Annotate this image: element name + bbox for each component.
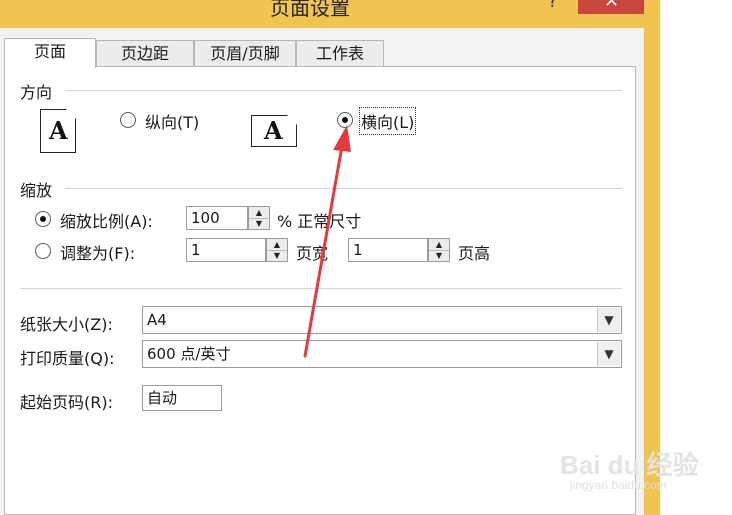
landscape-label[interactable]: 横向(L) xyxy=(358,107,417,135)
pages-tall-label: 页高 xyxy=(458,244,491,263)
first-page-number-label: 起始页码(R): xyxy=(20,393,113,412)
fit-pages-tall-input[interactable]: 1 xyxy=(348,238,428,262)
tab-margins[interactable]: 页边距 xyxy=(96,40,194,66)
paper-divider xyxy=(20,288,622,289)
help-button[interactable]: ? xyxy=(548,0,558,12)
portrait-label[interactable]: 纵向(T) xyxy=(145,109,199,133)
landscape-radio[interactable] xyxy=(337,112,353,128)
print-quality-value: 600 点/英寸 xyxy=(147,345,231,363)
orientation-divider xyxy=(65,90,622,91)
tab-header-footer[interactable]: 页眉/页脚 xyxy=(194,40,296,66)
spin-down-icon[interactable]: ▼ xyxy=(267,250,287,261)
baidu-watermark: Bai du 经验 xyxy=(560,450,699,480)
close-icon: ✕ xyxy=(604,0,620,12)
baidu-watermark-url: jingyan.baidu.com xyxy=(570,478,667,492)
landscape-page-icon: A xyxy=(251,115,297,147)
page-setup-dialog: 页面 页边距 页眉/页脚 工作表 方向 A 纵向(T) A 横向(L) 缩放 缩… xyxy=(0,28,644,515)
percent-normal-size-label: % 正常尺寸 xyxy=(277,212,362,231)
adjust-to-label[interactable]: 缩放比例(A): xyxy=(60,208,153,232)
window-title: 页面设置 xyxy=(270,0,350,20)
paper-size-value: A4 xyxy=(147,311,167,329)
tab-page[interactable]: 页面 xyxy=(4,38,96,68)
page-tab-panel: 方向 A 纵向(T) A 横向(L) 缩放 缩放比例(A): 100 ▲ ▼ %… xyxy=(4,66,636,515)
fit-pages-wide-input[interactable]: 1 xyxy=(186,238,266,262)
fit-pages-tall-spinner[interactable]: ▲ ▼ xyxy=(428,238,450,262)
first-page-number-input[interactable]: 自动 xyxy=(142,385,222,411)
print-quality-label: 打印质量(Q): xyxy=(20,349,115,368)
page-fold-icon xyxy=(287,115,297,125)
landscape-letter-icon: A xyxy=(264,116,283,145)
paper-size-select[interactable]: A4 ▼ xyxy=(142,306,622,334)
chevron-down-icon[interactable]: ▼ xyxy=(597,308,620,332)
spin-down-icon[interactable]: ▼ xyxy=(429,250,449,261)
fit-pages-wide-spinner[interactable]: ▲ ▼ xyxy=(266,238,288,262)
portrait-page-icon: A xyxy=(40,109,76,153)
adjust-percent-input[interactable]: 100 xyxy=(186,206,248,230)
fit-to-label[interactable]: 调整为(F): xyxy=(60,240,135,264)
pages-wide-label: 页宽 xyxy=(296,244,329,263)
adjust-percent-spinner[interactable]: ▲ ▼ xyxy=(248,206,270,230)
fit-to-radio[interactable] xyxy=(35,243,51,259)
paper-size-label: 纸张大小(Z): xyxy=(20,315,113,334)
window-border-right xyxy=(644,0,660,515)
spin-down-icon[interactable]: ▼ xyxy=(249,218,269,229)
adjust-to-radio[interactable] xyxy=(35,211,51,227)
scaling-section-label: 缩放 xyxy=(20,181,53,200)
portrait-radio[interactable] xyxy=(120,112,136,128)
close-button[interactable]: ✕ xyxy=(578,0,644,14)
portrait-letter-icon: A xyxy=(49,116,68,145)
chevron-down-icon[interactable]: ▼ xyxy=(597,342,620,366)
scaling-divider xyxy=(65,188,622,189)
print-quality-select[interactable]: 600 点/英寸 ▼ xyxy=(142,340,622,368)
tab-sheet[interactable]: 工作表 xyxy=(296,40,384,66)
orientation-section-label: 方向 xyxy=(20,83,53,102)
